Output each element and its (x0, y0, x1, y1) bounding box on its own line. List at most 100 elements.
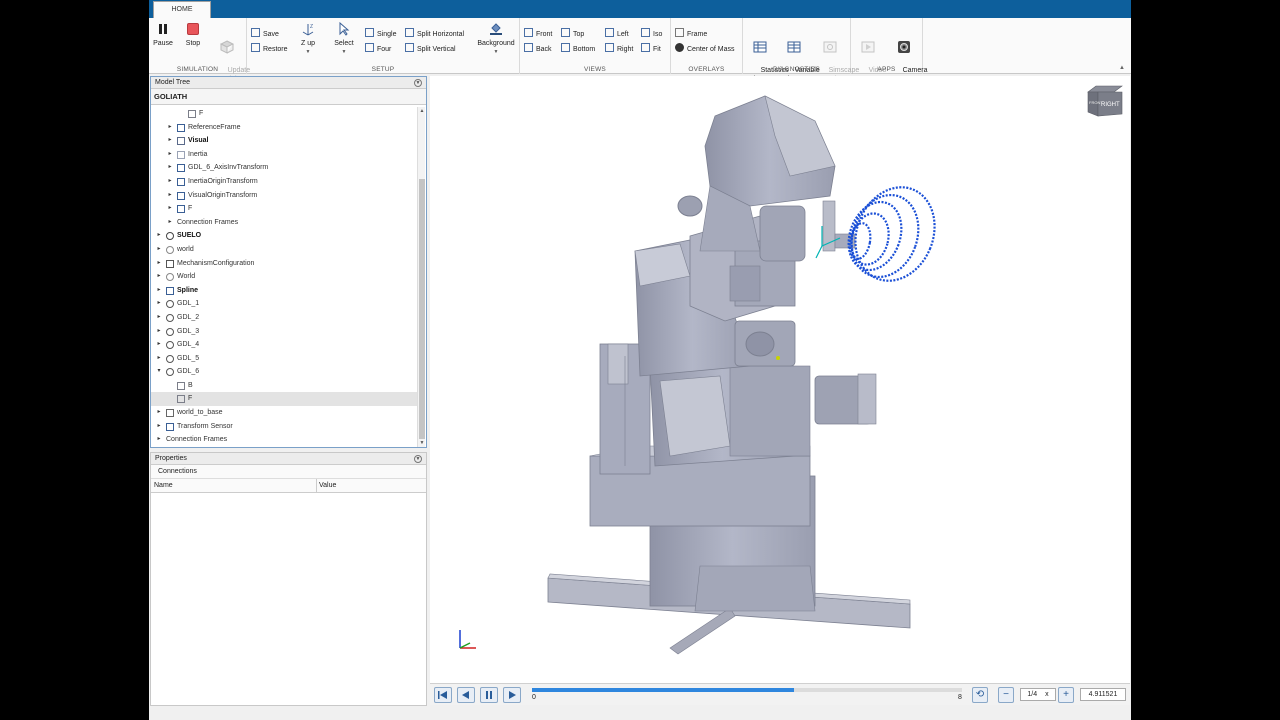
tree-scrollbar-thumb[interactable] (419, 179, 425, 439)
view-cube[interactable]: FRONT RIGHT (1084, 82, 1124, 120)
collapse-panel-icon[interactable]: ▼ (414, 455, 422, 463)
expand-arrow-icon[interactable]: ▸ (166, 161, 174, 175)
tree-node[interactable]: ▸ ReferenceFrame (151, 121, 417, 135)
tree-node[interactable]: ▸ GDL_1 (151, 297, 417, 311)
z-up-button[interactable]: Z Z up ▼ (297, 22, 319, 57)
expand-arrow-icon[interactable]: ▸ (155, 433, 163, 447)
tree-node[interactable]: ▸ Visual (151, 134, 417, 148)
collapse-panel-icon[interactable]: ▼ (414, 79, 422, 87)
tree-node-label: SUELO (177, 232, 202, 240)
tree-node[interactable]: ▸ MechanismConfiguration (151, 257, 417, 271)
tree-node[interactable]: ▸ GDL_4 (151, 338, 417, 352)
tree-node[interactable]: ▸ GDL_2 (151, 311, 417, 325)
play-pause-button[interactable] (480, 687, 498, 703)
expand-arrow-icon[interactable]: ▸ (166, 121, 174, 135)
scroll-up-icon[interactable]: ▲ (418, 108, 426, 114)
four-layout-button[interactable]: Four (365, 43, 391, 55)
tree-node[interactable]: ▸ world_to_base (151, 406, 417, 420)
stop-button[interactable]: Stop (181, 22, 205, 48)
tree-node[interactable]: ▸ GDL_5 (151, 352, 417, 366)
tree-node[interactable]: ▸ VisualOriginTransform (151, 189, 417, 203)
split-vertical-button[interactable]: Split Vertical (405, 43, 456, 55)
tab-strip: HOME (149, 0, 1131, 18)
tree-node[interactable]: F (151, 107, 417, 121)
iso-view-button[interactable]: Iso (641, 28, 662, 40)
restore-label: Restore (263, 46, 288, 53)
expand-arrow-icon[interactable]: ▸ (155, 257, 163, 271)
tree-node[interactable]: ▸ F (151, 202, 417, 216)
timeline-slider[interactable] (532, 688, 962, 692)
center-of-mass-button[interactable]: Center of Mass (675, 43, 734, 55)
loop-button[interactable]: ⟲ (972, 687, 988, 703)
expand-arrow-icon[interactable]: ▸ (166, 216, 174, 230)
tree-root-goliath[interactable]: GOLIATH (151, 89, 426, 105)
expand-arrow-icon[interactable]: ▸ (155, 229, 163, 243)
restore-button[interactable]: Restore (251, 43, 288, 55)
front-view-button[interactable]: Front (524, 28, 552, 40)
tree-node[interactable]: ▾ GDL_6 (151, 365, 417, 379)
frame-overlay-button[interactable]: Frame (675, 28, 707, 40)
tree-node[interactable]: ▸ Connection Frames (151, 216, 417, 230)
value-column-header[interactable]: Value (319, 479, 336, 493)
tree-node[interactable]: ▸ GDL_6_AxisInvTransform (151, 161, 417, 175)
expand-arrow-icon[interactable]: ▸ (155, 406, 163, 420)
expand-arrow-icon[interactable]: ▸ (155, 325, 163, 339)
expand-arrow-icon[interactable]: ▸ (155, 297, 163, 311)
expanded-arrow-icon[interactable]: ▾ (155, 365, 163, 379)
back-view-button[interactable]: Back (524, 43, 552, 55)
fit-view-button[interactable]: Fit (641, 43, 661, 55)
tree-scrollbar[interactable]: ▲ ▼ (417, 107, 425, 447)
expand-arrow-icon[interactable]: ▸ (155, 284, 163, 298)
top-view-button[interactable]: Top (561, 28, 584, 40)
current-time-field[interactable]: 4.911521 (1080, 688, 1126, 701)
single-label: Single (377, 31, 397, 38)
slower-button[interactable]: − (998, 687, 1014, 703)
column-divider[interactable] (316, 479, 317, 493)
connections-tab[interactable]: Connections (151, 465, 426, 479)
expand-arrow-icon[interactable]: ▸ (155, 311, 163, 325)
tree-node[interactable]: ▸ World (151, 270, 417, 284)
split-horizontal-button[interactable]: Split Horizontal (405, 28, 464, 40)
playback-speed-field[interactable]: 1/4 x (1020, 688, 1056, 701)
expand-arrow-icon[interactable]: ▸ (166, 134, 174, 148)
expand-arrow-icon[interactable]: ▸ (155, 352, 163, 366)
step-back-button[interactable] (457, 687, 475, 703)
right-view-button[interactable]: Right (605, 43, 633, 55)
expand-arrow-icon[interactable]: ▸ (166, 148, 174, 162)
expand-arrow-icon[interactable]: ▸ (155, 243, 163, 257)
tree-node[interactable]: ▸ Transform Sensor (151, 420, 417, 434)
expand-arrow-icon[interactable]: ▸ (166, 175, 174, 189)
step-forward-button[interactable] (503, 687, 521, 703)
tree-node[interactable]: ▸ SUELO (151, 229, 417, 243)
name-column-header[interactable]: Name (154, 479, 173, 493)
save-button[interactable]: Save (251, 28, 279, 40)
left-view-button[interactable]: Left (605, 28, 629, 40)
select-button[interactable]: Select ▼ (331, 22, 357, 57)
faster-button[interactable]: + (1058, 687, 1074, 703)
expand-arrow-icon[interactable]: ▸ (166, 189, 174, 203)
tree-node[interactable]: ▸ Inertia (151, 148, 417, 162)
scroll-down-icon[interactable]: ▼ (418, 440, 426, 446)
expand-arrow-icon[interactable]: ▸ (155, 420, 163, 434)
tree-node[interactable]: ▸ Connection Frames (151, 433, 417, 447)
tree-node[interactable]: ▸ Spline (151, 284, 417, 298)
pause-button[interactable]: Pause (152, 22, 174, 48)
skip-to-start-button[interactable] (434, 687, 452, 703)
tree-node[interactable]: ▸ InertiaOriginTransform (151, 175, 417, 189)
background-button[interactable]: Background ▼ (474, 22, 518, 57)
3d-viewport[interactable]: FRONT RIGHT (430, 76, 1130, 683)
expand-arrow-icon[interactable]: ▸ (166, 202, 174, 216)
tree-node[interactable]: ▸ GDL_3 (151, 325, 417, 339)
single-layout-button[interactable]: Single (365, 28, 396, 40)
tree-node[interactable]: ▸ world (151, 243, 417, 257)
tree-node[interactable]: F (151, 392, 417, 407)
expand-arrow-icon[interactable]: ▸ (155, 338, 163, 352)
collapse-ribbon-icon[interactable]: ▲ (1119, 65, 1125, 71)
bottom-view-button[interactable]: Bottom (561, 43, 595, 55)
camera-icon (898, 41, 910, 53)
model-tree-title: Model Tree (155, 79, 191, 86)
expand-arrow-icon[interactable]: ▸ (155, 270, 163, 284)
tree-node[interactable]: B (151, 379, 417, 393)
robot-model[interactable] (430, 76, 1130, 683)
tab-home[interactable]: HOME (153, 1, 211, 18)
